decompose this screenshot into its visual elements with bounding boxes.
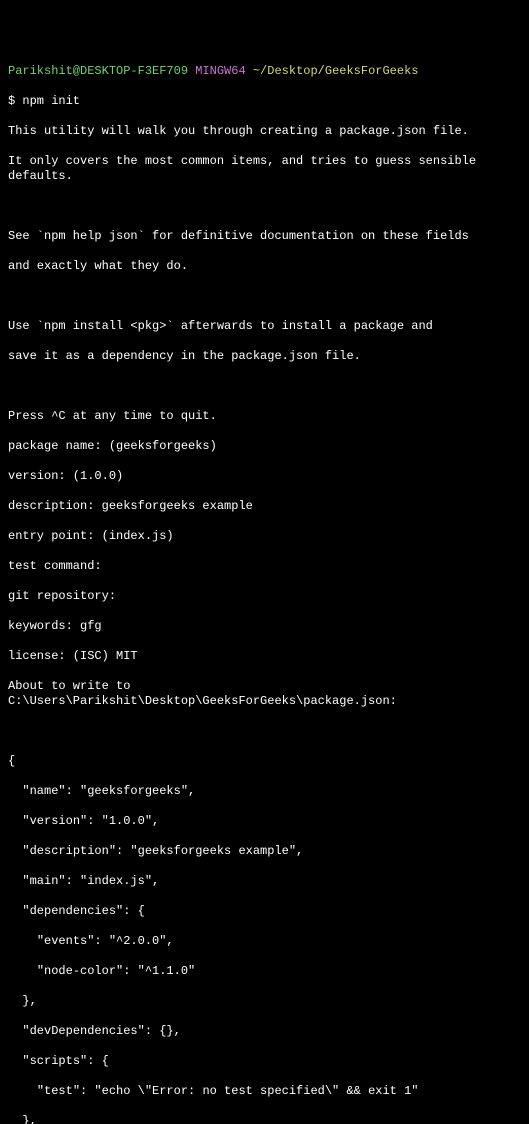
json-line: "node-color": "^1.1.0": [8, 964, 521, 979]
json-line: "devDependencies": {},: [8, 1024, 521, 1039]
json-line: "events": "^2.0.0",: [8, 934, 521, 949]
about-to-write-line: About to write to C:\Users\Parikshit\Des…: [8, 679, 521, 709]
json-line: "test": "echo \"Error: no test specified…: [8, 1084, 521, 1099]
json-line: {: [8, 754, 521, 769]
question-line: entry point: (index.js): [8, 529, 521, 544]
output-line: Use `npm install <pkg>` afterwards to in…: [8, 319, 521, 334]
blank-line: [8, 724, 521, 739]
output-line: This utility will walk you through creat…: [8, 124, 521, 139]
prompt-system: MINGW64: [195, 64, 245, 78]
question-line: version: (1.0.0): [8, 469, 521, 484]
question-line: description: geeksforgeeks example: [8, 499, 521, 514]
json-line: "name": "geeksforgeeks",: [8, 784, 521, 799]
blank-line: [8, 289, 521, 304]
output-line: See `npm help json` for definitive docum…: [8, 229, 521, 244]
json-line: "scripts": {: [8, 1054, 521, 1069]
question-line: test command:: [8, 559, 521, 574]
json-line: "dependencies": {: [8, 904, 521, 919]
question-line: package name: (geeksforgeeks): [8, 439, 521, 454]
output-line: save it as a dependency in the package.j…: [8, 349, 521, 364]
prompt-path: ~/Desktop/GeeksForGeeks: [253, 64, 419, 78]
question-line: keywords: gfg: [8, 619, 521, 634]
output-line: Press ^C at any time to quit.: [8, 409, 521, 424]
output-line: It only covers the most common items, an…: [8, 154, 521, 184]
blank-line: [8, 379, 521, 394]
blank-line: [8, 199, 521, 214]
json-line: "description": "geeksforgeeks example",: [8, 844, 521, 859]
output-line: and exactly what they do.: [8, 259, 521, 274]
prompt-line-1: Parikshit@DESKTOP-F3EF709 MINGW64 ~/Desk…: [8, 64, 521, 79]
prompt-user: Parikshit@DESKTOP-F3EF709: [8, 64, 188, 78]
question-line: git repository:: [8, 589, 521, 604]
question-line: license: (ISC) MIT: [8, 649, 521, 664]
json-line: "version": "1.0.0",: [8, 814, 521, 829]
command-line[interactable]: $ npm init: [8, 94, 521, 109]
json-line: "main": "index.js",: [8, 874, 521, 889]
json-line: },: [8, 994, 521, 1009]
json-line: },: [8, 1114, 521, 1124]
